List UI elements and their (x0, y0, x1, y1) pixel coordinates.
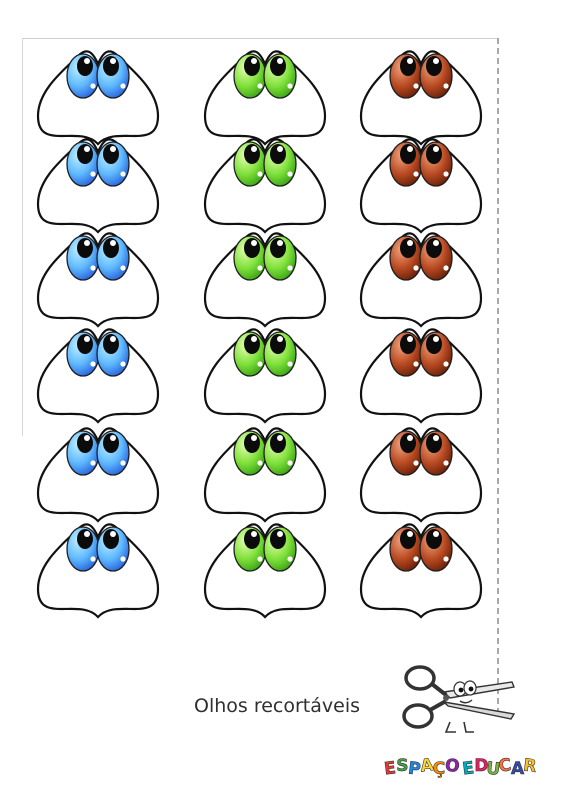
logo-letter: E (383, 758, 397, 779)
logo-letter: S (396, 756, 408, 776)
cutout-outline (203, 138, 327, 234)
eye-cutout-green (203, 523, 327, 619)
caption: Olhos recortáveis (194, 695, 361, 717)
eye-cutout-green (203, 328, 327, 424)
cutout-outline (36, 427, 160, 523)
cutout-outline (203, 523, 327, 619)
cutout-outline (359, 328, 483, 424)
eye-cutout-green (203, 427, 327, 523)
cutout-outline (359, 427, 483, 523)
cutout-outline (36, 523, 160, 619)
eye-cutout-blue (36, 232, 160, 328)
eye-cutout-blue (36, 328, 160, 424)
eye-cutout-brown (359, 328, 483, 424)
cutout-outline (359, 523, 483, 619)
cutout-outline (36, 328, 160, 424)
cutout-outline (203, 328, 327, 424)
cutout-outline (203, 427, 327, 523)
eye-cutout-blue (36, 523, 160, 619)
cutout-outline (359, 138, 483, 234)
espaco-educar-logo: E SPAÇO E DUCAR (383, 755, 538, 781)
logo-letter: O (444, 755, 461, 777)
cutout-outline (36, 232, 160, 328)
cut-line-top (22, 38, 498, 39)
logo-letter: R (522, 755, 537, 776)
cut-line-left (22, 38, 23, 436)
cutout-outline (359, 232, 483, 328)
scissors-icon (402, 665, 516, 733)
logo-letter: Ç (433, 759, 445, 779)
logo-letter: E (461, 758, 475, 779)
eye-cutout-brown (359, 427, 483, 523)
eye-cutout-brown (359, 232, 483, 328)
eye-cutout-brown (359, 523, 483, 619)
cutout-outline (36, 138, 160, 234)
eye-cutout-green (203, 232, 327, 328)
eye-cutout-blue (36, 427, 160, 523)
cut-line-dashed (497, 38, 499, 714)
cutout-outline (203, 232, 327, 328)
